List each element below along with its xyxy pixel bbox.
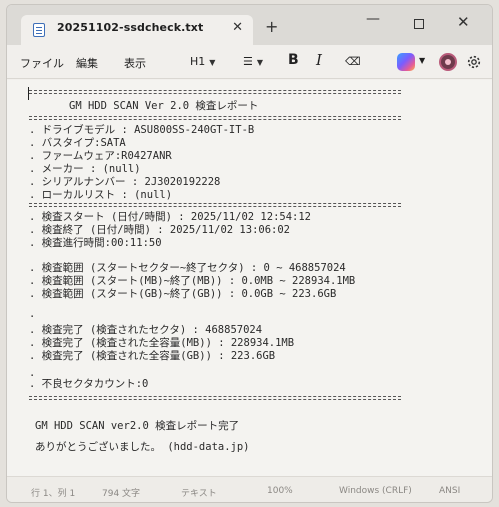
status-bar: 行 1、列 1 794 文字 テキスト 100% Windows (CRLF) … — [7, 476, 492, 502]
done-mb-line: . 検査完了 (検査された全容量(MB)) : 228934.1MB — [29, 337, 295, 349]
menu-file[interactable]: ファイル — [20, 55, 64, 71]
text-editor[interactable]: GM HDD SCAN Ver 2.0 検査レポート . ドライブモデル : A… — [7, 80, 492, 476]
footer-thanks-line: ありがとうございました。 (hdd-data.jp) — [35, 441, 250, 453]
done-gb-line: . 検査完了 (検査された全容量(GB)) : 223.6GB — [29, 350, 276, 362]
notepad-file-icon — [33, 23, 45, 37]
range-mb-line: . 検査範囲 (スタート(MB)~終了(MB)) : 0.0MB ~ 22893… — [29, 275, 356, 287]
local-list-line: . ローカルリスト : (null) — [29, 189, 173, 201]
footer-complete-line: GM HDD SCAN ver2.0 検査レポート完了 — [35, 420, 240, 432]
separator-rule — [29, 396, 401, 400]
menu-edit[interactable]: 編集 — [76, 55, 98, 71]
scan-start-line: . 検査スタート (日付/時間) : 2025/11/02 12:54:12 — [29, 211, 312, 223]
gear-icon[interactable] — [466, 54, 482, 70]
title-bar: 20251102-ssdcheck.txt ✕ + — ✕ — [7, 5, 492, 45]
report-title: GM HDD SCAN Ver 2.0 検査レポート — [69, 100, 259, 112]
status-line-ending[interactable]: Windows (CRLF) — [339, 486, 412, 496]
heading-label: H1 — [190, 55, 206, 68]
range-gb-line: . 検査範囲 (スタート(GB)~終了(GB)) : 0.0GB ~ 223.6… — [29, 288, 337, 300]
blank-dot-line: . — [29, 308, 36, 320]
clear-formatting-icon[interactable]: ⌫ — [345, 55, 361, 68]
notepad-window: 20251102-ssdcheck.txt ✕ + — ✕ ファイル 編集 表示… — [6, 4, 493, 503]
menu-bar: ファイル 編集 表示 H1 ▼ ☰ ▼ B I ⌫ ▼ — [7, 45, 492, 79]
firmware-line: . ファームウェア:R0427ANR — [29, 150, 172, 162]
close-window-button[interactable]: ✕ — [457, 13, 470, 31]
separator-rule — [29, 203, 401, 207]
bold-button[interactable]: B — [288, 52, 299, 68]
separator-rule — [29, 116, 401, 120]
list-dropdown[interactable]: ☰ ▼ — [243, 55, 263, 68]
separator-rule — [29, 90, 401, 94]
status-zoom[interactable]: 100% — [267, 486, 293, 496]
list-icon: ☰ — [243, 55, 253, 68]
tab-document[interactable]: 20251102-ssdcheck.txt ✕ — [21, 15, 253, 45]
bus-type-line: . バスタイプ:SATA — [29, 137, 126, 149]
heading-dropdown[interactable]: H1 ▼ — [190, 55, 215, 68]
minimize-button[interactable]: — — [366, 11, 380, 27]
range-sector-line: . 検査範囲 (スタートセクター~終了セクタ) : 0 ~ 468857024 — [29, 262, 346, 274]
status-cursor-position: 行 1、列 1 — [31, 489, 76, 499]
scan-end-line: . 検査終了 (日付/時間) : 2025/11/02 13:06:02 — [29, 224, 291, 236]
status-encoding[interactable]: ANSI — [439, 486, 460, 496]
window-controls: — ✕ — [342, 9, 492, 39]
menu-view[interactable]: 表示 — [124, 55, 146, 71]
status-file-type: テキスト — [181, 489, 217, 499]
maker-line: . メーカー : (null) — [29, 163, 141, 175]
copilot-icon[interactable] — [397, 53, 415, 71]
tab-close-button[interactable]: ✕ — [232, 20, 243, 35]
maximize-button[interactable] — [414, 19, 424, 29]
bad-sector-line: . 不良セクタカウント:0 — [29, 378, 149, 390]
serial-line: . シリアルナンバー : 2J3020192228 — [29, 176, 221, 188]
status-char-count: 794 文字 — [102, 489, 141, 499]
new-tab-button[interactable]: + — [265, 19, 278, 35]
chevron-down-icon: ▼ — [256, 58, 264, 67]
chevron-down-icon[interactable]: ▼ — [419, 56, 425, 65]
drive-model-line: . ドライブモデル : ASU800SS-240GT-IT-B — [29, 124, 255, 136]
avatar[interactable] — [439, 53, 457, 71]
chevron-down-icon: ▼ — [209, 58, 216, 67]
italic-button[interactable]: I — [316, 51, 322, 69]
done-sector-line: . 検査完了 (検査されたセクタ) : 468857024 — [29, 324, 263, 336]
tab-title: 20251102-ssdcheck.txt — [57, 21, 204, 34]
scan-elapsed-line: . 検査進行時間:00:11:50 — [29, 237, 162, 249]
